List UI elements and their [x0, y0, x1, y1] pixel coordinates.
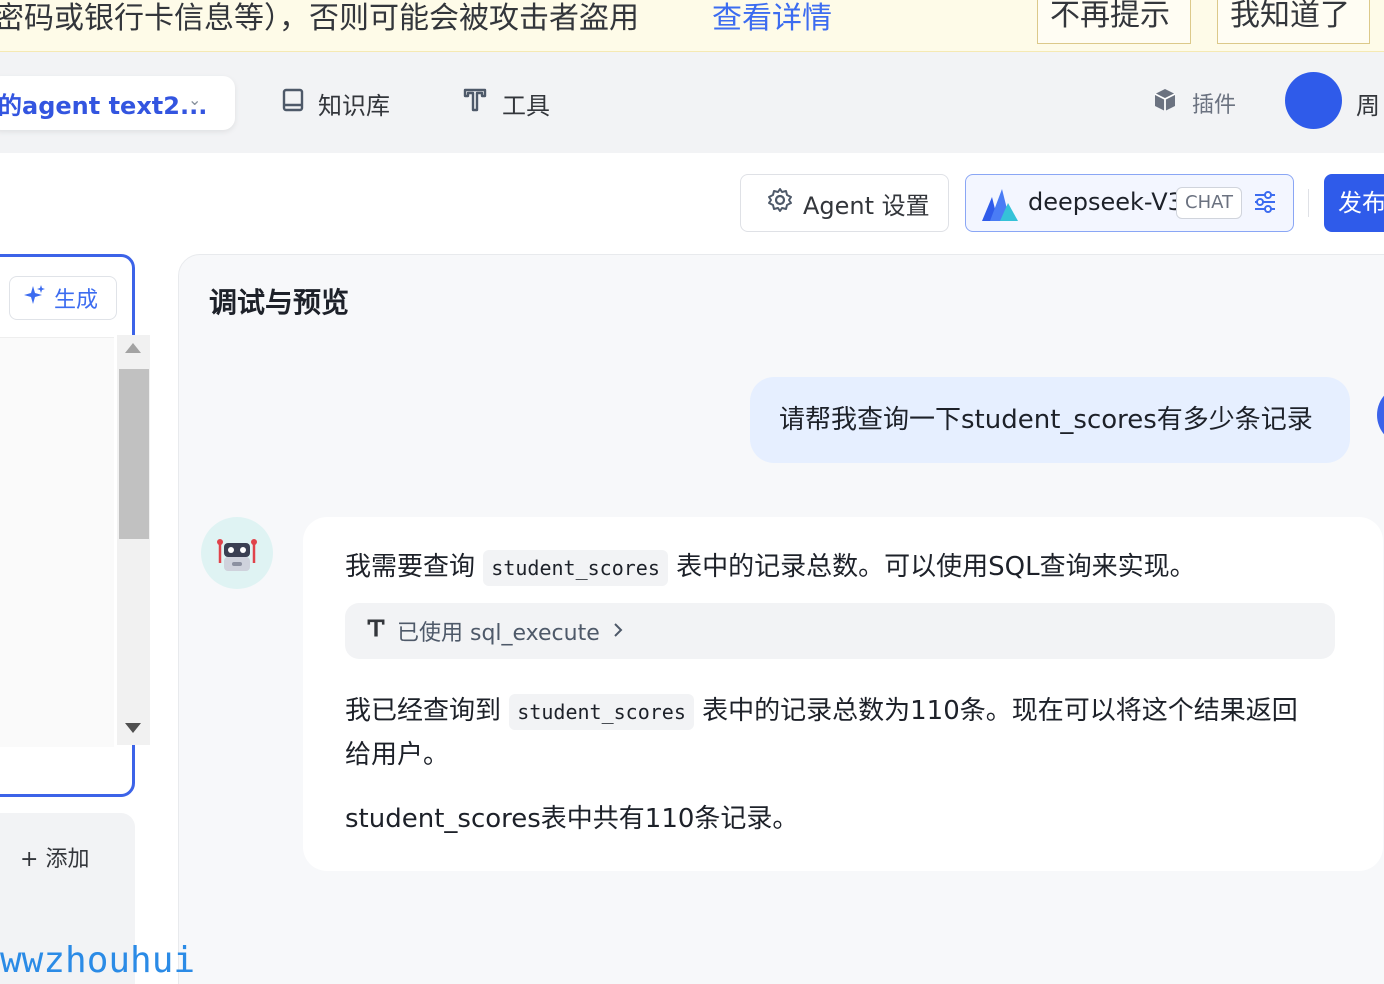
- model-name: deepseek-V3: [1028, 188, 1183, 216]
- tool-icon: [462, 87, 488, 120]
- prompt-editor-content[interactable]: [0, 337, 114, 747]
- model-logo-icon: [982, 189, 1018, 221]
- cube-icon: [1152, 87, 1178, 120]
- bot-text: 表中的记录总数为110条。现在可以将这个结果返回: [702, 696, 1298, 726]
- security-warning-banner: 密码或银行卡信息等），否则可能会被攻击者盗用 查看详情 不再提示 我知道了: [0, 0, 1384, 52]
- model-selector[interactable]: deepseek-V3 CHAT: [965, 174, 1294, 232]
- robot-icon: [217, 539, 257, 571]
- bot-message-line: 我已经查询到 student_scores 表中的记录总数为110条。现在可以将…: [345, 691, 1298, 732]
- scroll-up-arrow-icon[interactable]: [125, 343, 141, 353]
- nav-knowledge-base[interactable]: 知识库: [282, 86, 390, 120]
- scroll-thumb[interactable]: [119, 369, 149, 539]
- gear-icon: [767, 187, 793, 220]
- model-type-tag: CHAT: [1176, 187, 1243, 219]
- agent-name: 的agent text2...: [0, 92, 208, 120]
- chevron-down-icon: ⌄: [188, 90, 202, 109]
- tool-icon: [365, 617, 387, 645]
- agent-settings-button[interactable]: Agent 设置: [740, 174, 949, 232]
- add-button[interactable]: + 添加: [20, 841, 89, 873]
- got-it-button[interactable]: 我知道了: [1217, 0, 1370, 44]
- bot-message-line: 我需要查询 student_scores 表中的记录总数。可以使用SQL查询来实…: [345, 547, 1196, 588]
- inline-code: student_scores: [509, 694, 694, 730]
- bot-avatar: [201, 517, 273, 589]
- main-area: Agent 设置 deepseek-V3 CHAT 发布 生成 + 添加 调试与…: [0, 153, 1384, 984]
- nav-plugins-label: 插件: [1192, 93, 1237, 118]
- generate-label: 生成: [54, 288, 99, 313]
- bot-message-line: 给用户。: [345, 740, 450, 770]
- dont-show-again-button[interactable]: 不再提示: [1037, 0, 1191, 44]
- nav-tools[interactable]: 工具: [462, 86, 550, 120]
- inline-code: student_scores: [483, 550, 668, 586]
- user-avatar[interactable]: [1285, 72, 1342, 129]
- nav-tools-label: 工具: [502, 91, 550, 120]
- nav-knowledge-base-label: 知识库: [318, 91, 390, 120]
- debug-preview-panel: 调试与预览 请帮我查询一下student_scores有多少条记录 我需要查询 …: [178, 254, 1384, 984]
- scroll-down-arrow-icon[interactable]: [125, 723, 141, 733]
- user-message: 请帮我查询一下student_scores有多少条记录: [750, 377, 1350, 463]
- book-icon: [282, 88, 304, 119]
- tool-call-label: 已使用 sql_execute: [397, 621, 600, 646]
- generate-button[interactable]: 生成: [9, 276, 117, 320]
- user-name[interactable]: 周: [1356, 86, 1380, 121]
- add-label: 添加: [45, 847, 90, 872]
- sliders-icon[interactable]: [1252, 189, 1278, 221]
- agent-settings-label: Agent 设置: [803, 191, 930, 220]
- scrollbar[interactable]: [117, 335, 150, 745]
- watermark: wwzhouhui: [0, 940, 196, 981]
- bot-text: 表中的记录总数。可以使用SQL查询来实现。: [676, 552, 1196, 582]
- prompt-editor-panel: 生成: [0, 254, 135, 797]
- bot-message: 我需要查询 student_scores 表中的记录总数。可以使用SQL查询来实…: [303, 517, 1383, 871]
- user-message-avatar: [1377, 385, 1384, 445]
- banner-message: 密码或银行卡信息等），否则可能会被攻击者盗用: [0, 1, 639, 36]
- agent-selector[interactable]: 的agent text2... ⌄: [0, 76, 235, 130]
- sparkle-icon: [24, 284, 46, 312]
- top-nav: 的agent text2... ⌄ 知识库 工具 插件 周: [0, 52, 1384, 153]
- bot-text: 我需要查询: [345, 552, 476, 582]
- chevron-right-icon: [610, 619, 626, 644]
- preview-title: 调试与预览: [209, 286, 350, 319]
- publish-button[interactable]: 发布: [1324, 174, 1384, 232]
- bot-answer: student_scores表中共有110条记录。: [345, 804, 799, 834]
- bot-text: 我已经查询到: [345, 696, 502, 726]
- banner-details-link[interactable]: 查看详情: [712, 0, 832, 38]
- nav-plugins[interactable]: 插件: [1152, 86, 1236, 120]
- tool-call-summary[interactable]: 已使用 sql_execute: [345, 603, 1335, 659]
- toolbar-divider: [1308, 189, 1309, 217]
